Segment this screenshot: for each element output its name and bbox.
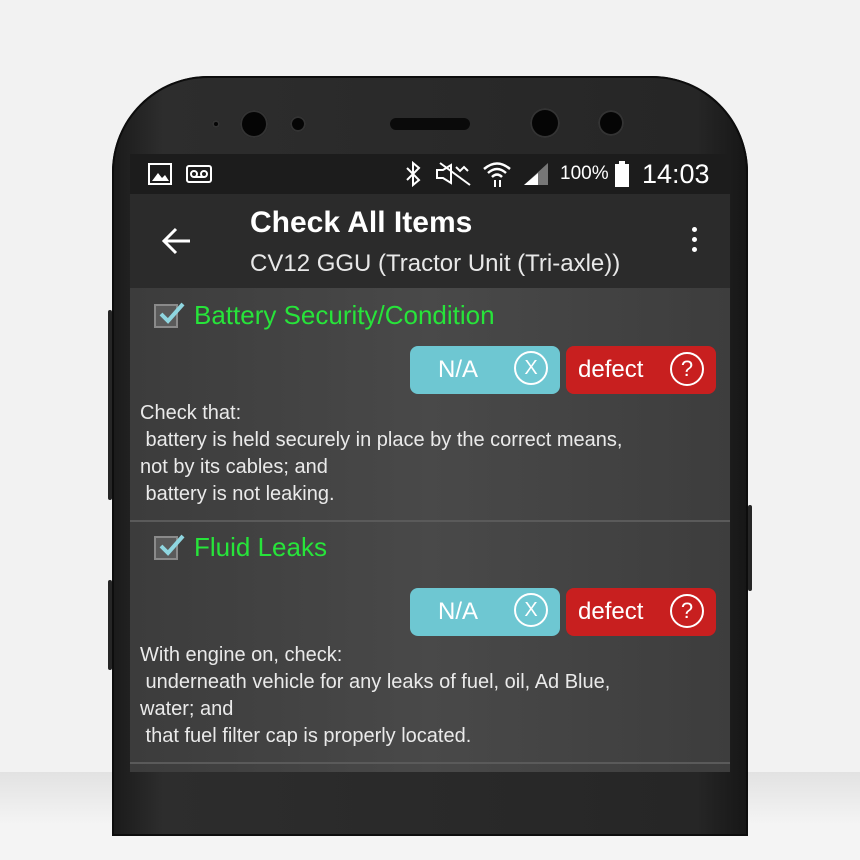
item-checkbox[interactable] <box>154 534 185 560</box>
earpiece-speaker <box>390 118 470 130</box>
defect-button[interactable]: defect ? <box>566 346 716 394</box>
checklist: Battery Security/Condition N/A X defect … <box>130 288 730 772</box>
item-checkbox[interactable] <box>154 302 185 328</box>
back-arrow-icon[interactable] <box>160 224 194 258</box>
item-divider <box>130 762 730 764</box>
item-title: Battery Security/Condition <box>194 300 495 330</box>
image-icon <box>148 154 172 194</box>
battery-icon <box>614 154 630 194</box>
iris-sensor <box>598 110 624 136</box>
na-button-label: N/A <box>438 598 479 625</box>
item-description: Check that: battery is held securely in … <box>140 402 623 505</box>
voicemail-icon <box>186 154 212 194</box>
checkmark-icon <box>159 534 185 556</box>
page-subtitle: CV12 GGU (Tractor Unit (Tri-axle)) <box>250 250 621 277</box>
proximity-sensor <box>290 116 306 132</box>
wifi-icon <box>482 154 512 194</box>
iris-scanner <box>530 108 560 138</box>
sensor-dot <box>212 120 220 128</box>
status-bar: 100% 14:03 <box>130 154 730 194</box>
signal-icon <box>522 154 550 194</box>
battery-percent: 100% <box>560 163 609 184</box>
mute-icon <box>434 154 474 194</box>
defect-button-label: defect <box>578 356 644 383</box>
na-button-label: N/A <box>438 356 479 383</box>
list-item: Fluid Leaks N/A X defect ? With engine o… <box>130 522 730 762</box>
clock: 14:03 <box>642 158 710 189</box>
na-button[interactable]: N/A X <box>410 346 560 394</box>
list-item: Battery Security/Condition N/A X defect … <box>130 288 730 520</box>
bluetooth-icon <box>404 154 422 194</box>
page-title: Check All Items <box>250 206 473 239</box>
overflow-menu-icon[interactable] <box>684 224 704 258</box>
power-button <box>748 505 752 591</box>
defect-button[interactable]: defect ? <box>566 588 716 636</box>
checkmark-icon <box>159 302 185 324</box>
defect-button-label: defect <box>578 598 644 625</box>
help-circle-icon: ? <box>670 352 704 386</box>
bixby-button <box>108 580 112 670</box>
screen: 100% 14:03 Check All Items CV12 GGU (Tra… <box>130 154 730 772</box>
help-circle-icon: ? <box>670 594 704 628</box>
close-circle-icon: X <box>514 593 548 627</box>
item-title: Fluid Leaks <box>194 532 327 562</box>
volume-button <box>108 310 112 500</box>
front-camera <box>240 110 268 138</box>
item-description: With engine on, check: underneath vehicl… <box>140 644 611 747</box>
na-button[interactable]: N/A X <box>410 588 560 636</box>
close-circle-icon: X <box>514 351 548 385</box>
app-bar: Check All Items CV12 GGU (Tractor Unit (… <box>130 194 730 288</box>
